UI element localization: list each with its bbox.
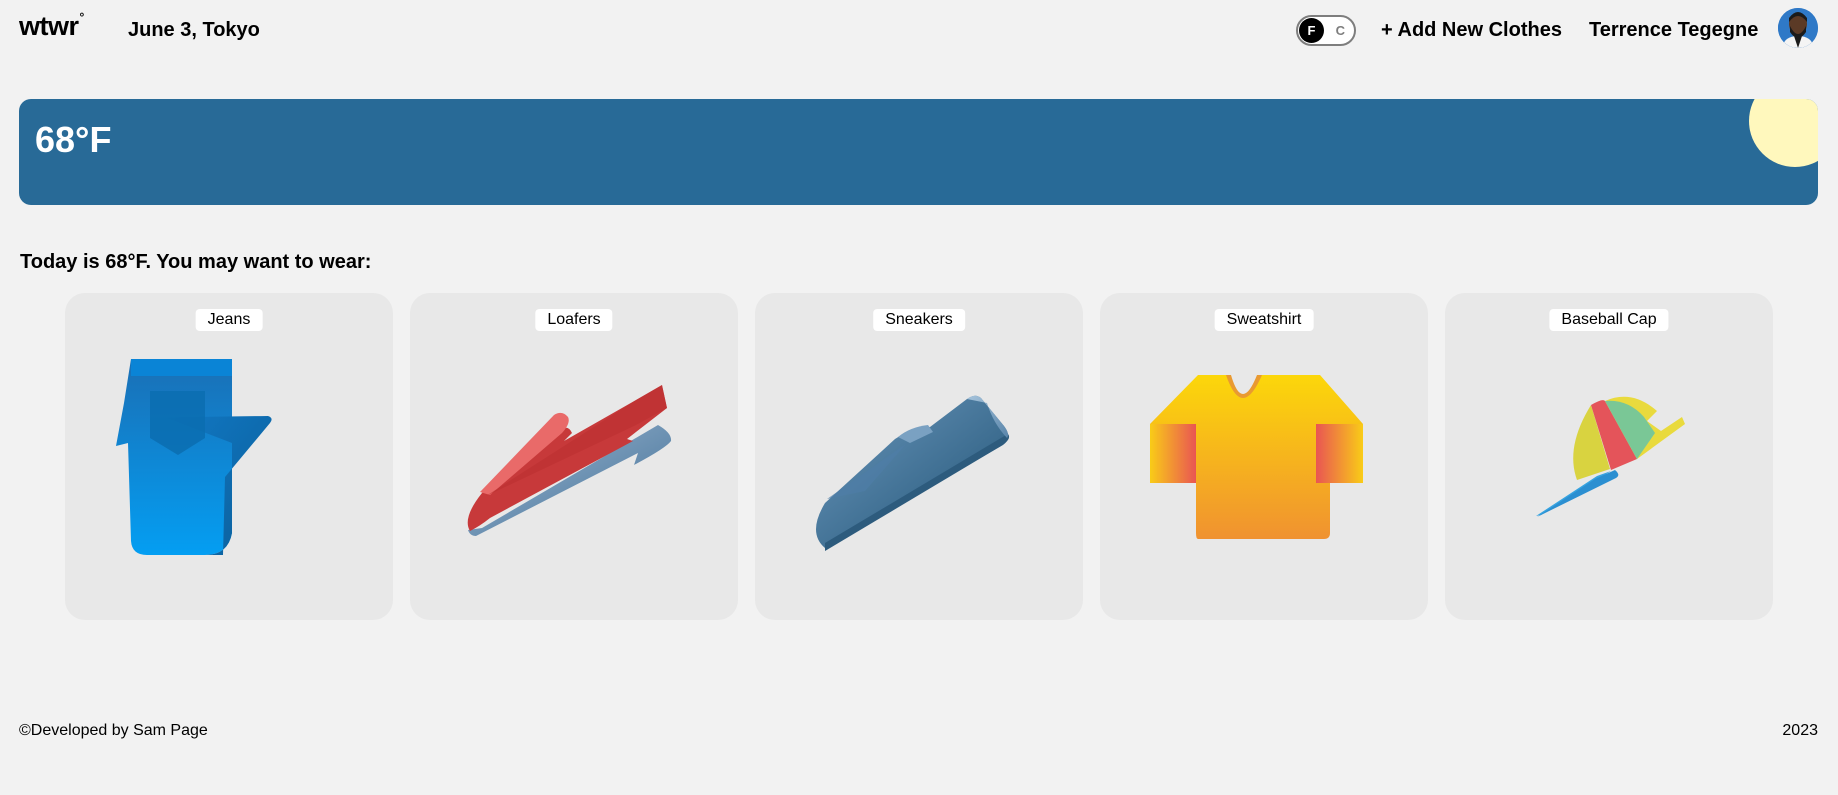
jeans-icon bbox=[116, 359, 272, 555]
temperature-unit-toggle[interactable]: F C bbox=[1296, 15, 1356, 46]
footer-year: 2023 bbox=[1782, 722, 1818, 739]
clothing-card-sweatshirt[interactable]: Sweatshirt bbox=[1100, 293, 1428, 620]
clothing-card-label: Sweatshirt bbox=[1214, 309, 1314, 331]
sweatshirt-icon bbox=[1150, 375, 1363, 539]
toggle-active-unit: F bbox=[1299, 18, 1324, 43]
clothing-card-label: Sneakers bbox=[873, 309, 965, 331]
loafers-icon bbox=[467, 385, 672, 536]
clothing-card-label: Baseball Cap bbox=[1549, 309, 1669, 331]
clothing-cards: Jeans Loafers Sneakers Sweatshirt Baseba… bbox=[65, 293, 1773, 621]
avatar[interactable] bbox=[1778, 8, 1818, 48]
recommendation-text: Today is 68°F. You may want to wear: bbox=[20, 251, 372, 273]
clothing-card-baseball-cap[interactable]: Baseball Cap bbox=[1445, 293, 1773, 620]
date-location: June 3, Tokyo bbox=[128, 19, 260, 41]
toggle-inactive-unit: C bbox=[1335, 23, 1345, 38]
avatar-image bbox=[1778, 8, 1818, 48]
header: wtwr° June 3, Tokyo F C + Add New Clothe… bbox=[0, 0, 1838, 62]
clothing-card-sneakers[interactable]: Sneakers bbox=[755, 293, 1083, 620]
weather-card: 68°F bbox=[19, 99, 1818, 205]
clothing-card-loafers[interactable]: Loafers bbox=[410, 293, 738, 620]
clothing-card-label: Loafers bbox=[535, 309, 613, 331]
sun-icon bbox=[1749, 99, 1818, 167]
footer-credit: ©Developed by Sam Page bbox=[19, 722, 208, 739]
clothing-card-jeans[interactable]: Jeans bbox=[65, 293, 393, 620]
weather-temperature: 68°F bbox=[35, 119, 112, 160]
username: Terrence Tegegne bbox=[1589, 19, 1759, 41]
clothing-card-label: Jeans bbox=[195, 309, 263, 331]
app-page: wtwr° June 3, Tokyo F C + Add New Clothe… bbox=[0, 0, 1838, 795]
logo-text: wtwr bbox=[19, 11, 79, 41]
baseball-cap-icon bbox=[1536, 396, 1685, 517]
logo-mark: ° bbox=[79, 10, 85, 24]
logo[interactable]: wtwr° bbox=[19, 10, 85, 41]
sneakers-icon bbox=[816, 395, 1010, 551]
add-clothes-button[interactable]: + Add New Clothes bbox=[1381, 20, 1562, 40]
